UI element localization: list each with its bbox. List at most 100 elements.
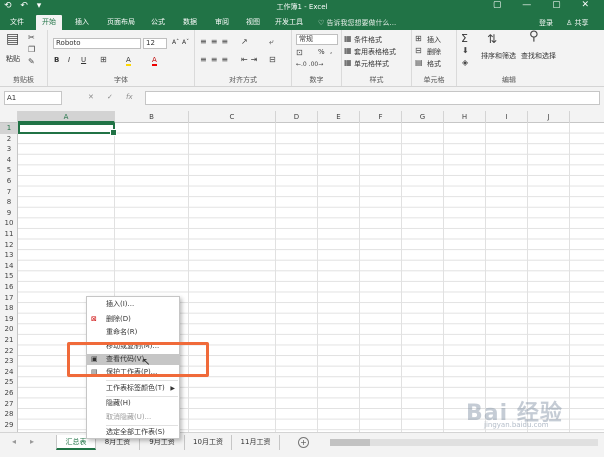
row-header-25[interactable]: 25 — [0, 377, 18, 388]
column-header-f[interactable]: F — [360, 111, 402, 123]
row-header-22[interactable]: 22 — [0, 346, 18, 357]
row-header-15[interactable]: 15 — [0, 271, 18, 282]
copy-icon[interactable]: ❐ — [28, 45, 35, 55]
tab-view[interactable]: 视图 — [243, 17, 263, 30]
share-button[interactable]: ♙ 共享 — [566, 18, 589, 28]
cancel-icon[interactable]: ✕ — [88, 93, 94, 101]
column-header-c[interactable]: C — [189, 111, 276, 123]
shrink-font-button[interactable]: Aˇ — [182, 39, 189, 46]
wrap-text-icon[interactable]: ⤶ — [269, 37, 273, 47]
row-header-4[interactable]: 4 — [0, 155, 18, 166]
column-header-d[interactable]: D — [276, 111, 318, 123]
menu-item-insert[interactable]: 插入(I)... — [87, 299, 179, 310]
menu-item-select-all-sheets[interactable]: 选定全部工作表(S) — [87, 427, 179, 438]
italic-button[interactable]: I — [68, 56, 70, 64]
row-header-7[interactable]: 7 — [0, 187, 18, 198]
sort-filter-button[interactable]: 排序和筛选 — [481, 51, 516, 61]
fill-icon[interactable]: ⬇ — [462, 46, 469, 56]
indent-icons[interactable]: ⇤⇥ — [241, 55, 260, 65]
underline-button[interactable]: U — [81, 56, 86, 64]
insert-function-icon[interactable]: fx — [126, 93, 133, 101]
row-header-1[interactable]: 1 — [0, 123, 18, 134]
select-all-corner[interactable] — [0, 111, 18, 123]
format-cells-button[interactable]: 格式 — [427, 59, 441, 69]
font-color-button[interactable]: A — [152, 56, 157, 66]
tab-page-layout[interactable]: 页面布局 — [104, 17, 138, 30]
row-header-3[interactable]: 3 — [0, 144, 18, 155]
row-header-26[interactable]: 26 — [0, 388, 18, 399]
tab-file[interactable]: 文件 — [6, 17, 28, 30]
row-header-29[interactable]: 29 — [0, 420, 18, 431]
cut-icon[interactable]: ✂ — [28, 33, 35, 43]
menu-item-delete[interactable]: ⊠ 删除(D) — [87, 314, 179, 325]
window-controls[interactable]: ▢ — ▢ ✕ — [493, 0, 598, 10]
row-header-18[interactable]: 18 — [0, 303, 18, 314]
tell-me-search[interactable]: ♡ 告诉我您想要做什么... — [318, 18, 396, 28]
row-header-6[interactable]: 6 — [0, 176, 18, 187]
formula-input[interactable] — [145, 91, 600, 105]
menu-item-rename[interactable]: 重命名(R) — [87, 327, 179, 338]
font-size-select[interactable]: 12 — [143, 38, 167, 49]
paste-icon[interactable]: ▤ — [6, 32, 19, 46]
number-format-select[interactable]: 常规 — [296, 34, 338, 45]
row-header-2[interactable]: 2 — [0, 134, 18, 145]
currency-icon[interactable]: ⊡ — [296, 48, 303, 58]
tab-data[interactable]: 数据 — [180, 17, 200, 30]
insert-cells-button[interactable]: 插入 — [427, 35, 441, 45]
row-header-17[interactable]: 17 — [0, 293, 18, 304]
row-header-13[interactable]: 13 — [0, 250, 18, 261]
row-header-21[interactable]: 21 — [0, 335, 18, 346]
border-icon[interactable]: ⊞ — [100, 55, 107, 65]
tab-home[interactable]: 开始 — [36, 15, 62, 30]
row-header-5[interactable]: 5 — [0, 165, 18, 176]
row-header-23[interactable]: 23 — [0, 356, 18, 367]
row-header-9[interactable]: 9 — [0, 208, 18, 219]
row-header-16[interactable]: 16 — [0, 282, 18, 293]
percent-button[interactable]: % — [318, 48, 325, 56]
format-as-table-button[interactable]: 套用表格格式 — [354, 47, 396, 57]
row-header-24[interactable]: 24 — [0, 367, 18, 378]
scrollbar-thumb[interactable] — [330, 439, 370, 446]
sheet-tab-nov[interactable]: 11月工资 — [232, 435, 280, 450]
fill-color-button[interactable]: A — [126, 56, 131, 66]
font-name-select[interactable]: Roboto — [53, 38, 141, 49]
tab-review[interactable]: 审阅 — [212, 17, 232, 30]
tab-developer[interactable]: 开发工具 — [273, 17, 305, 30]
row-header-12[interactable]: 12 — [0, 240, 18, 251]
cell-styles-button[interactable]: 单元格样式 — [354, 59, 389, 69]
login-link[interactable]: 登录 — [539, 18, 553, 28]
format-painter-icon[interactable]: ✎ — [28, 57, 35, 67]
clear-icon[interactable]: ◈ — [462, 58, 468, 68]
row-header-20[interactable]: 20 — [0, 324, 18, 335]
column-header-i[interactable]: I — [486, 111, 528, 123]
add-sheet-button[interactable]: + — [298, 437, 309, 448]
merge-center-icon[interactable]: ⊟ — [269, 55, 276, 65]
vertical-align-icons[interactable]: ≡≡≡ — [200, 37, 232, 47]
column-header-j[interactable]: J — [528, 111, 570, 123]
comma-button[interactable]: , — [330, 47, 332, 55]
paste-button[interactable]: 粘贴 — [6, 54, 20, 64]
autosum-button[interactable]: Σ — [461, 32, 468, 45]
column-header-a[interactable]: A — [18, 111, 115, 123]
row-header-11[interactable]: 11 — [0, 229, 18, 240]
menu-item-tab-color[interactable]: 工作表标签颜色(T) ▶ — [87, 383, 179, 394]
tab-formulas[interactable]: 公式 — [148, 17, 168, 30]
row-header-14[interactable]: 14 — [0, 261, 18, 272]
grow-font-button[interactable]: Aˆ — [172, 39, 179, 46]
column-header-e[interactable]: E — [318, 111, 360, 123]
delete-cells-button[interactable]: 删除 — [427, 47, 441, 57]
next-sheet-icon[interactable]: ▸ — [30, 437, 34, 446]
row-header-8[interactable]: 8 — [0, 197, 18, 208]
horizontal-align-icons[interactable]: ≡≡≡ — [200, 55, 232, 65]
enter-icon[interactable]: ✓ — [107, 93, 113, 101]
selected-cell-a1[interactable] — [18, 123, 117, 136]
tab-insert[interactable]: 插入 — [72, 17, 92, 30]
row-header-10[interactable]: 10 — [0, 218, 18, 229]
row-header-28[interactable]: 28 — [0, 409, 18, 420]
horizontal-scrollbar[interactable] — [330, 439, 598, 446]
column-header-g[interactable]: G — [402, 111, 444, 123]
prev-sheet-icon[interactable]: ◂ — [12, 437, 16, 446]
orientation-icon[interactable]: ↗ — [241, 37, 248, 47]
column-header-h[interactable]: H — [444, 111, 486, 123]
bold-button[interactable]: B — [54, 56, 59, 64]
